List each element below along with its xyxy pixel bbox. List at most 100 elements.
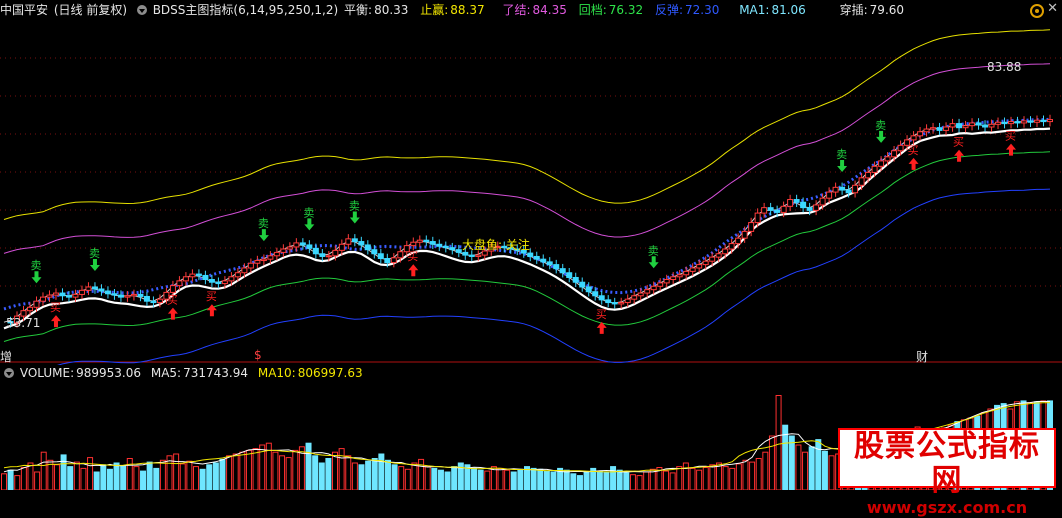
volume-bar	[497, 467, 504, 490]
marker-right-label: 财	[916, 350, 929, 364]
candle-body	[715, 253, 722, 258]
sell-label: 卖	[349, 200, 360, 213]
candle-body	[364, 244, 371, 251]
volume-bar	[365, 460, 372, 490]
candle-body	[423, 239, 430, 243]
volume-bar	[332, 451, 339, 490]
sell-arrow	[258, 229, 269, 242]
candle-body	[839, 186, 846, 191]
candle-body	[754, 212, 761, 224]
main-header: 中国平安 (日线 前复权) BDSS主图指标(6,14,95,250,1,2) …	[0, 0, 906, 20]
volume-bar	[199, 468, 206, 490]
candle-body	[286, 246, 293, 250]
candle-body	[91, 286, 98, 290]
volume-bar	[325, 458, 332, 490]
volume-bar	[828, 455, 835, 490]
main-chart[interactable]: 买买 买买买买买 买卖卖卖卖卖卖卖卖	[0, 20, 1062, 365]
volume-bar	[570, 473, 577, 490]
candle-body	[1021, 120, 1028, 124]
buy-label: 买	[908, 144, 919, 157]
candle-body	[910, 135, 917, 141]
candle-body	[533, 255, 540, 260]
sell-label: 卖	[258, 217, 269, 230]
dropdown-icon[interactable]	[136, 4, 147, 15]
volume-bar	[603, 471, 610, 490]
candle-body	[689, 267, 696, 272]
candle-body	[189, 273, 196, 278]
candle-body	[221, 280, 228, 285]
volume-bar	[437, 469, 444, 490]
candle-body	[891, 150, 898, 158]
buy-label: 买	[1005, 130, 1016, 143]
candle-body	[670, 276, 677, 281]
volume-bar	[709, 464, 716, 490]
stock-name[interactable]: 中国平安	[0, 3, 48, 17]
settings-gear-icon[interactable]	[1030, 4, 1044, 18]
volume-bar	[239, 451, 246, 490]
candle-body	[657, 282, 664, 287]
volume-bar	[749, 461, 756, 490]
volume-bar	[245, 449, 252, 490]
volume-bar	[682, 462, 689, 490]
volume-bar	[27, 462, 34, 490]
volume-bar	[186, 460, 193, 490]
indicator-name[interactable]: BDSS主图指标(6,14,95,250,1,2)	[153, 3, 339, 17]
volume-bar	[378, 453, 385, 490]
candle-body	[800, 201, 807, 209]
volume-bar	[802, 451, 809, 490]
candle-body	[130, 293, 137, 297]
value-cross: 79.60	[869, 3, 905, 17]
volume-bar	[100, 464, 107, 490]
candle-body	[761, 207, 768, 214]
candle-body	[611, 302, 618, 305]
volume-bar	[623, 472, 630, 490]
candle-body	[377, 253, 384, 259]
volume-bar	[517, 468, 524, 490]
blue-dot-line	[3, 117, 1051, 311]
candle-body	[273, 251, 280, 257]
volume-bar	[67, 466, 74, 490]
volume-bar	[113, 462, 120, 490]
candle-body	[215, 281, 222, 285]
candle-body	[247, 262, 254, 269]
buy-label: 买	[596, 308, 607, 321]
period-mode[interactable]: (日线 前复权)	[54, 3, 127, 17]
volume-bar	[530, 467, 537, 490]
candle-body	[468, 254, 475, 257]
volume-bar	[702, 467, 709, 490]
candle-body	[897, 144, 904, 152]
candle-body	[319, 253, 326, 257]
volume-bar	[73, 461, 80, 490]
label-close-out: 了结:	[502, 3, 531, 17]
candle-body	[182, 276, 189, 282]
volume-bar	[596, 470, 603, 490]
low-price-label: 53.71	[6, 316, 41, 330]
volume-bar	[93, 471, 100, 490]
label-cross: 穿插:	[839, 3, 868, 17]
close-icon[interactable]: ✕	[1047, 2, 1058, 16]
candle-body	[637, 292, 644, 297]
candle-body	[930, 127, 937, 130]
candle-body	[572, 276, 579, 283]
volume-bar	[206, 464, 213, 490]
candle-body	[195, 273, 202, 276]
volume-bar	[173, 453, 180, 490]
volume-bar	[795, 444, 802, 490]
sell-label: 卖	[648, 244, 659, 257]
volume-dropdown-icon[interactable]	[4, 367, 14, 378]
volume-bar	[192, 466, 199, 490]
volume-bar	[411, 462, 418, 490]
big-fish-label: 大盘鱼: 关注	[462, 238, 530, 252]
candle-body	[85, 286, 92, 291]
candle-body	[260, 258, 267, 262]
candle-body	[416, 239, 423, 243]
volume-bar	[226, 455, 233, 490]
candle-body	[267, 255, 274, 260]
volume-bar	[212, 462, 219, 490]
volume-bar	[768, 435, 775, 490]
volume-bar	[219, 458, 226, 490]
volume-bar	[133, 466, 140, 490]
label-takeprofit: 止赢:	[420, 3, 449, 17]
volume-bar	[729, 467, 736, 490]
candle-body	[1047, 119, 1053, 123]
